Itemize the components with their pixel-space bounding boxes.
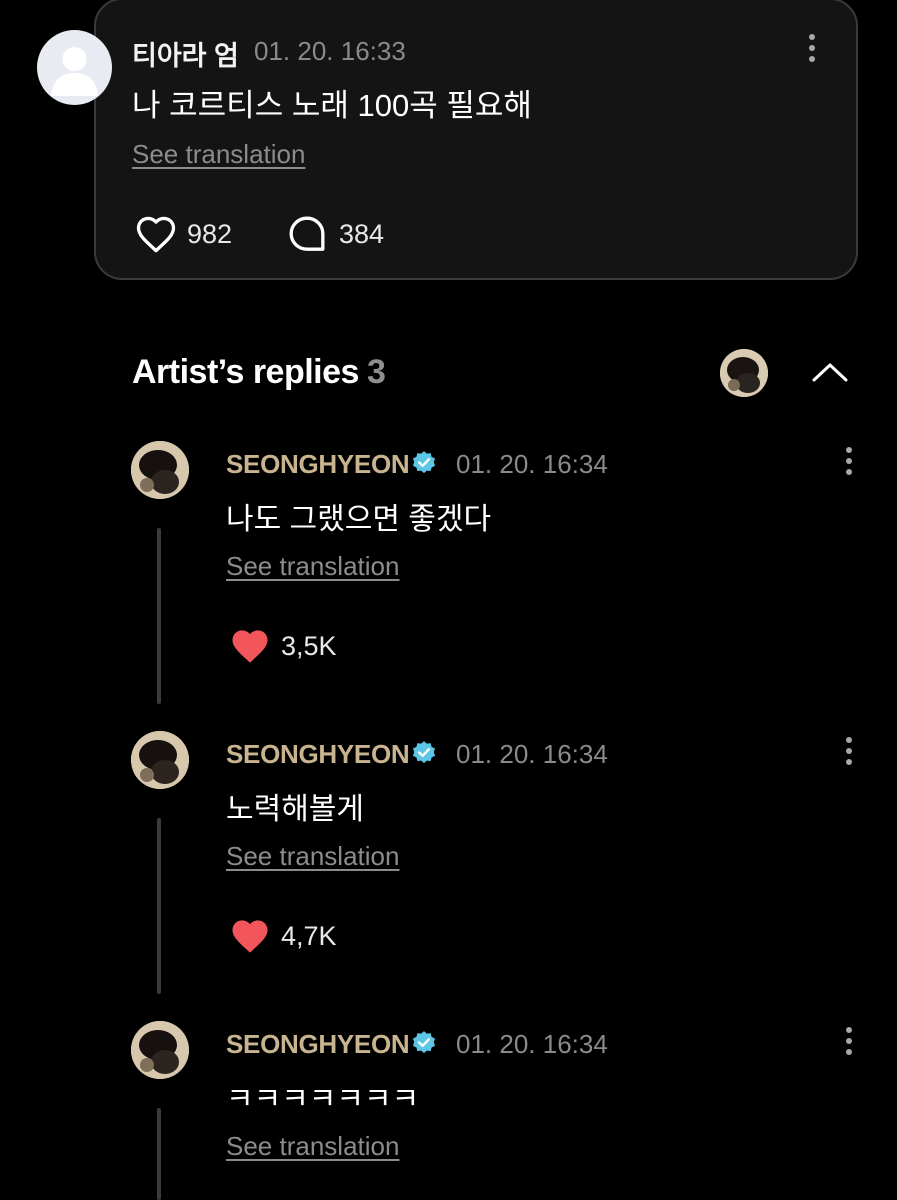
reply-author-name[interactable]: SEONGHYEON (226, 449, 410, 480)
reply-author-name[interactable]: SEONGHYEON (226, 1029, 410, 1060)
reply-text: 노력해볼게 (226, 793, 364, 826)
post-author-avatar[interactable] (37, 30, 112, 105)
thread-line (157, 1108, 161, 1200)
default-user-icon (51, 47, 98, 96)
reply-more-icon[interactable] (842, 447, 856, 477)
reply-avatar[interactable] (131, 1021, 189, 1079)
reply-more-icon[interactable] (842, 1027, 856, 1057)
reply-author-name[interactable]: SEONGHYEON (226, 739, 410, 770)
reply-see-translation-link[interactable]: See translation (226, 551, 399, 582)
reply-more-icon[interactable] (842, 737, 856, 767)
post-author-name[interactable]: 티아라 엄 (132, 34, 239, 73)
post-more-icon[interactable] (805, 34, 819, 64)
post-text: 나 코르티스 노래 100곡 필요해 (132, 88, 532, 123)
verified-badge-icon (412, 1031, 436, 1054)
post-timestamp: 01. 20. 16:33 (254, 36, 406, 66)
heart-filled-icon[interactable] (229, 916, 271, 956)
reply-text: ㅋㅋㅋㅋㅋㅋㅋ (226, 1083, 420, 1116)
artist-replies-count: 3 (366, 353, 386, 391)
artist-photo-icon (131, 731, 189, 789)
heart-filled-icon[interactable] (229, 626, 271, 666)
reply-timestamp: 01. 20. 16:34 (456, 449, 608, 479)
reply-like-count: 4,7K (281, 921, 337, 951)
reply-avatar[interactable] (131, 731, 189, 789)
reply-timestamp: 01. 20. 16:34 (456, 1029, 608, 1059)
artist-photo-icon (720, 349, 768, 397)
reply-like-count: 3,5K (281, 631, 337, 661)
thread-line (157, 528, 161, 704)
post-comment-count: 384 (339, 219, 385, 249)
reply-timestamp: 01. 20. 16:34 (456, 739, 608, 769)
thread-line (157, 818, 161, 994)
verified-badge-icon (412, 741, 436, 764)
chevron-up-icon[interactable] (808, 356, 852, 386)
reply-see-translation-link[interactable]: See translation (226, 841, 399, 872)
verified-badge-icon (412, 451, 436, 474)
post-see-translation-link[interactable]: See translation (132, 139, 305, 170)
reply-see-translation-link[interactable]: See translation (226, 1131, 399, 1162)
post-like-count: 982 (187, 219, 233, 249)
heart-outline-icon[interactable] (135, 214, 177, 254)
artist-photo-icon (131, 1021, 189, 1079)
artist-replies-label: Artist’s replies (132, 353, 359, 391)
reply-avatar[interactable] (131, 441, 189, 499)
reply-text: 나도 그랬으면 좋겠다 (226, 503, 492, 536)
artist-replies-title: Artist’s replies 3 (132, 353, 386, 392)
artist-avatar-small[interactable] (720, 349, 768, 397)
artist-photo-icon (131, 441, 189, 499)
comment-bubble-icon[interactable] (287, 214, 327, 254)
